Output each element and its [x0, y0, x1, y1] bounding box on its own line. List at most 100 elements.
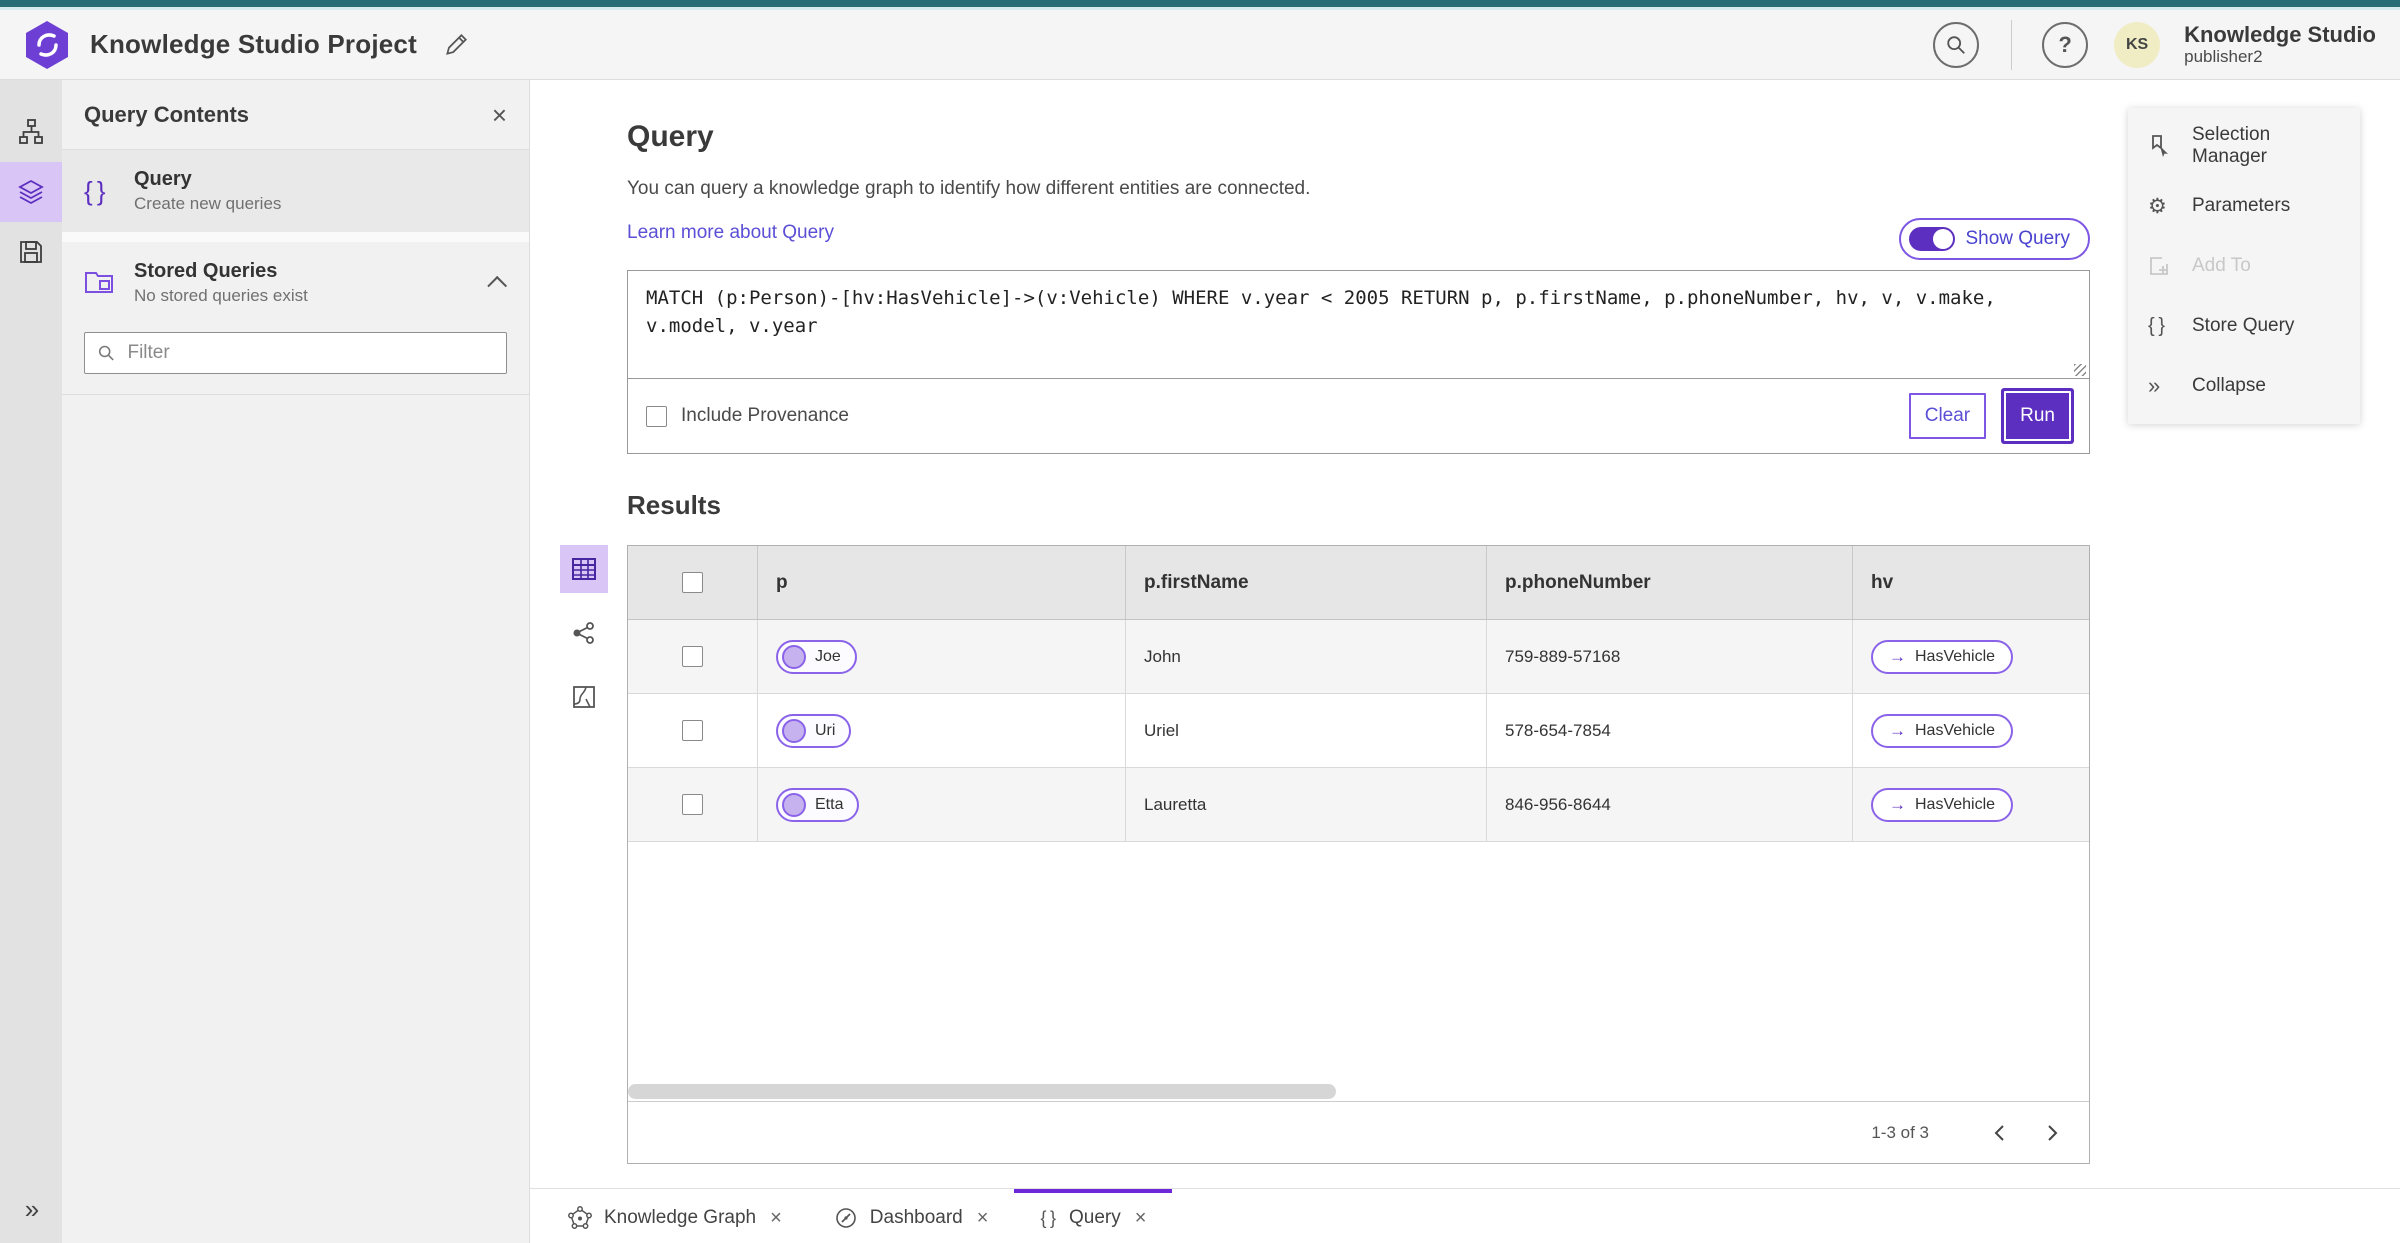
add-to-icon	[2148, 255, 2178, 277]
resize-grip-icon[interactable]	[2074, 364, 2086, 376]
chevron-up-icon[interactable]	[487, 275, 508, 296]
tab-dashboard[interactable]: Dashboard ×	[808, 1189, 1015, 1243]
braces-icon: { }	[2148, 314, 2167, 337]
table-row[interactable]: Etta Lauretta 846-956-8644 → HasVehicle	[628, 768, 2089, 842]
table-row[interactable]: Uri Uriel 578-654-7854 → HasVehicle	[628, 694, 2089, 768]
column-header-p[interactable]: p	[758, 546, 1126, 619]
page-title: Knowledge Studio Project	[90, 29, 417, 59]
query-item-sublabel: Create new queries	[134, 194, 282, 213]
table-view-icon	[572, 558, 596, 580]
expand-panel-icon[interactable]: »	[0, 1194, 62, 1225]
clear-button[interactable]: Clear	[1908, 393, 1987, 439]
column-header-phonenumber[interactable]: p.phoneNumber	[1487, 546, 1853, 619]
table-view-button[interactable]	[560, 545, 608, 593]
arrow-right-icon: →	[1889, 646, 1906, 666]
stored-queries-sublabel: No stored queries exist	[134, 286, 308, 305]
row-checkbox[interactable]	[682, 646, 703, 667]
node-dot-icon	[782, 644, 806, 669]
chevron-left-icon	[1994, 1124, 2004, 1141]
filter-input[interactable]	[127, 342, 494, 364]
store-query-button[interactable]: { } Store Query	[2128, 296, 2360, 356]
run-button[interactable]: Run	[2004, 391, 2071, 441]
search-button[interactable]	[1933, 21, 1980, 68]
toggle-switch[interactable]	[1909, 227, 1956, 251]
toggle-knob	[1933, 229, 1954, 249]
avatar[interactable]: KS	[2114, 21, 2161, 68]
gear-icon: ⚙	[2148, 194, 2167, 218]
edge-pill[interactable]: → HasVehicle	[1871, 787, 2014, 822]
collapse-button[interactable]: » Collapse	[2128, 356, 2360, 416]
hierarchy-icon	[19, 119, 43, 144]
query-description: You can query a knowledge graph to ident…	[627, 178, 1311, 199]
select-all-checkbox[interactable]	[682, 572, 703, 593]
include-provenance-label: Include Provenance	[681, 405, 849, 426]
panel-title: Query Contents	[84, 101, 250, 127]
chevron-right-icon	[2048, 1124, 2058, 1141]
parameters-button[interactable]: ⚙ Parameters	[2128, 176, 2360, 236]
dashboard-gauge-icon	[834, 1206, 858, 1230]
topbar-divider	[2011, 19, 2013, 70]
include-provenance-checkbox[interactable]	[646, 405, 667, 427]
main-area: Query You can query a knowledge graph to…	[530, 80, 2400, 1243]
double-chevron-right-icon: »	[2148, 373, 2160, 398]
row-checkbox[interactable]	[682, 794, 703, 815]
scrollbar-thumb[interactable]	[628, 1084, 1336, 1099]
table-empty-area	[628, 842, 2089, 1083]
column-header-firstname[interactable]: p.firstName	[1126, 546, 1487, 619]
query-item-label: Query	[134, 168, 192, 190]
query-actions-panel: Selection Manager ⚙ Parameters Add To {…	[2128, 108, 2360, 424]
close-tab-icon[interactable]: ×	[1135, 1208, 1147, 1228]
rail-layers-button[interactable]	[0, 162, 62, 222]
selection-manager-button[interactable]: Selection Manager	[2128, 116, 2360, 176]
sidebar-item-stored-queries[interactable]: Stored Queries No stored queries exist	[62, 242, 529, 324]
edge-pill[interactable]: → HasVehicle	[1871, 639, 2014, 674]
tab-query[interactable]: { } Query ×	[1014, 1189, 1173, 1243]
rail-hierarchy-button[interactable]	[0, 102, 62, 162]
close-tab-icon[interactable]: ×	[977, 1208, 989, 1228]
next-page-button[interactable]	[2035, 1116, 2069, 1150]
braces-icon: { }	[84, 175, 107, 206]
table-header-row: p p.firstName p.phoneNumber hv	[628, 546, 2089, 620]
table-pagination: 1-3 of 3	[628, 1101, 2089, 1163]
cell-firstname: Uriel	[1126, 694, 1487, 767]
query-editor-card: MATCH (p:Person)-[hv:HasVehicle]->(v:Veh…	[627, 270, 2090, 454]
search-icon	[1947, 35, 1966, 54]
stored-queries-filter[interactable]	[84, 332, 507, 374]
save-icon	[20, 241, 42, 263]
panel-separator	[62, 232, 529, 242]
rail-save-button[interactable]	[0, 222, 62, 282]
show-query-toggle[interactable]: Show Query	[1899, 218, 2090, 260]
map-view-button[interactable]	[560, 673, 608, 721]
help-button[interactable]: ?	[2042, 21, 2089, 68]
user-info: Knowledge Studio publisher2	[2184, 22, 2376, 67]
person-node-pill[interactable]: Etta	[776, 787, 860, 822]
results-table: p p.firstName p.phoneNumber hv Joe John …	[627, 545, 2090, 1164]
edge-pill[interactable]: → HasVehicle	[1871, 713, 2014, 748]
tab-knowledge-graph[interactable]: Knowledge Graph ×	[542, 1189, 808, 1243]
app-logo-icon	[26, 20, 68, 69]
arrow-right-icon: →	[1889, 720, 1906, 740]
learn-more-link[interactable]: Learn more about Query	[627, 222, 834, 244]
show-query-label: Show Query	[1965, 228, 2070, 249]
horizontal-scrollbar[interactable]	[628, 1083, 2089, 1101]
row-checkbox[interactable]	[682, 720, 703, 741]
stored-queries-label: Stored Queries	[134, 260, 278, 282]
query-code-editor[interactable]: MATCH (p:Person)-[hv:HasVehicle]->(v:Veh…	[628, 271, 2089, 379]
close-tab-icon[interactable]: ×	[770, 1208, 782, 1228]
graph-view-button[interactable]	[560, 609, 608, 657]
previous-page-button[interactable]	[1983, 1116, 2017, 1150]
add-to-button: Add To	[2128, 236, 2360, 296]
edit-title-icon[interactable]	[443, 32, 469, 58]
column-header-hv[interactable]: hv	[1853, 546, 2089, 619]
cell-phonenumber: 759-889-57168	[1487, 620, 1853, 693]
sidebar-item-query[interactable]: { } Query Create new queries	[62, 150, 529, 232]
person-node-pill[interactable]: Uri	[776, 713, 852, 748]
filter-search-icon	[98, 345, 114, 361]
person-node-pill[interactable]: Joe	[776, 639, 857, 674]
table-row[interactable]: Joe John 759-889-57168 → HasVehicle	[628, 620, 2089, 694]
map-view-icon	[573, 686, 595, 708]
product-name: Knowledge Studio	[2184, 22, 2376, 48]
close-panel-icon[interactable]: ×	[492, 102, 507, 128]
bottom-tab-bar: Knowledge Graph × Dashboard × { } Query …	[530, 1188, 2400, 1243]
pagination-range: 1-3 of 3	[1871, 1122, 1929, 1142]
